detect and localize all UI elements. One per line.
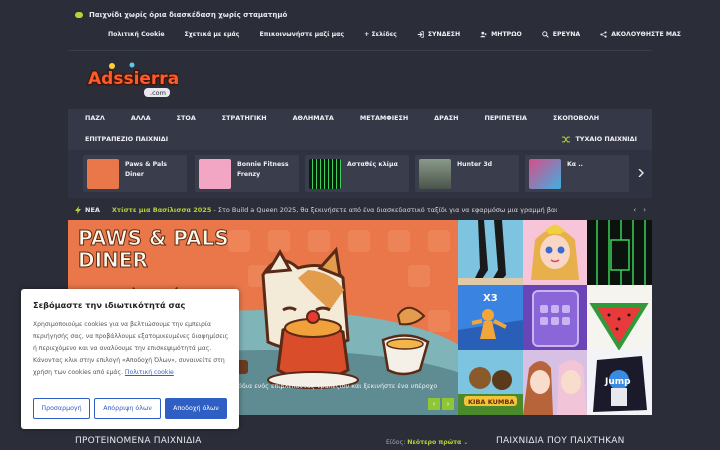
played-games-heading: ΠΑΙΧΝΙΔΙΑ ΠΟΥ ΠΑΙΧΤΗΚΑΝ — [496, 436, 625, 446]
nav-cookie-policy[interactable]: Πολιτική Cookie — [108, 28, 165, 40]
site-logo[interactable]: Adssierra .com — [86, 60, 178, 102]
game-name: Bonnie Fitness Frenzy — [237, 161, 289, 178]
game-thumbnail — [199, 159, 231, 189]
share-icon — [600, 30, 607, 38]
cookie-policy-link[interactable]: Πολιτική cookie — [125, 369, 174, 376]
game-name: Paws & Pals Diner — [125, 161, 167, 178]
game-tile-legs-runner[interactable] — [458, 220, 523, 285]
sort-control[interactable]: Είδος: Νεότερο πρώτα ⌄ — [386, 439, 468, 446]
tagline-text: Παιχνίδι χωρίς όρια διασκέδαση χωρίς στα… — [89, 11, 288, 19]
category-bar: ΠΑΖΛ ΑΛΛΑ ΣΤΟΑ ΣΤΡΑΤΗΓΙΚΗ ΑΘΛΗΜΑΤΑ ΜΕΤΑΜ… — [68, 109, 652, 150]
cookie-body: Χρησιμοποιούμε cookies για να βελτιώσουμ… — [33, 321, 229, 376]
news-headline[interactable]: Χτίστε μια Βασίλισσα 2025 — [112, 206, 211, 214]
shuffle-icon — [562, 136, 571, 142]
game-tile-jump-bottle[interactable]: Jump — [587, 350, 652, 415]
upcoming-games-heading: ΠΡΟΤΕΙΝΟΜΕΝΑ ΠΑΙΧΝΙΔΙΑ — [75, 436, 202, 446]
category-shooting[interactable]: ΣΚΟΠΟΒΟΛΗ — [553, 114, 599, 122]
game-thumbnail — [419, 159, 451, 189]
logo-text: Adssierra — [88, 69, 178, 89]
nav-about[interactable]: Σχετικά με εμάς — [185, 28, 240, 40]
chevron-right-icon[interactable] — [638, 169, 644, 177]
sort-value[interactable]: Νεότερο πρώτα — [407, 439, 461, 446]
site-tagline: Παιχνίδι χωρίς όρια διασκέδαση χωρίς στα… — [75, 8, 287, 22]
header-divider — [68, 50, 652, 51]
category-other[interactable]: ΑΛΛΑ — [131, 114, 151, 122]
game-tile-pink-princess[interactable] — [522, 220, 588, 285]
random-game-button[interactable]: ΤΥΧΑΙΟ ΠΑΙΧΝΙΔΙ — [562, 135, 637, 143]
news-text[interactable]: Χτίστε μια Βασίλισσα 2025 - Στο Build a … — [112, 206, 557, 214]
chevron-down-icon: ⌄ — [463, 439, 469, 446]
game-tile-anime-girls[interactable] — [522, 350, 588, 415]
game-thumbnail — [87, 159, 119, 189]
accept-all-button[interactable]: Αποδοχή όλων — [165, 398, 227, 419]
news-body: - Στο Build a Queen 2025, θα ξεκινήσετε … — [213, 206, 557, 214]
nav-login[interactable]: ΣΥΝΔΕΣΗ — [417, 28, 460, 40]
carousel-card[interactable]: Κα .. — [525, 155, 629, 192]
games-carousel: Paws & Pals Diner Bonnie Fitness Frenzy … — [68, 150, 652, 198]
svg-text:X3: X3 — [483, 293, 498, 304]
register-icon — [480, 31, 487, 37]
customize-button[interactable]: Προσαρμογή — [33, 398, 90, 419]
nav-pages[interactable]: + Σελίδες — [364, 28, 397, 40]
category-puzzle[interactable]: ΠΑΖΛ — [85, 114, 105, 122]
game-name: Κα .. — [567, 161, 583, 168]
featured-games-grid: X3 KIBA KUMBA Jump — [458, 220, 652, 415]
news-label: ΝΕΑ — [85, 206, 100, 214]
carousel-card[interactable]: Hunter 3d — [415, 155, 519, 192]
carousel-card[interactable]: Ασταθές κλίμα — [305, 155, 409, 192]
carousel-card[interactable]: Bonnie Fitness Frenzy — [195, 155, 299, 192]
chevron-left-icon[interactable]: ‹ — [633, 206, 636, 214]
nav-contact[interactable]: Επικοινωνήστε μαζί μας — [259, 28, 344, 40]
category-dress-up[interactable]: ΜΕΤΑΜΦΙΕΣΗ — [360, 114, 408, 122]
logo-sub: .com — [150, 89, 166, 97]
game-tile-watermelon[interactable] — [587, 285, 652, 350]
nav-register[interactable]: ΜΗΤΡΩΟ — [480, 28, 522, 40]
hero-title-line1: PAWS & PALS — [78, 226, 230, 251]
top-nav: Πολιτική Cookie Σχετικά με εμάς Επικοινω… — [108, 28, 701, 40]
login-icon — [417, 30, 424, 38]
chevron-right-icon[interactable]: › — [643, 206, 646, 214]
category-strategy[interactable]: ΣΤΡΑΤΗΓΙΚΗ — [222, 114, 267, 122]
gamepad-icon — [75, 12, 83, 18]
game-tile-kiba-kumba[interactable]: KIBA KUMBA — [458, 350, 523, 415]
hero-title-line2: DINER — [78, 248, 149, 273]
game-name: Hunter 3d — [457, 161, 493, 168]
cookie-title: Σεβόμαστε την ιδιωτικότητά σας — [33, 300, 186, 310]
category-arcade[interactable]: ΣΤΟΑ — [177, 114, 196, 122]
game-thumbnail — [309, 159, 341, 189]
carousel-card[interactable]: Paws & Pals Diner — [83, 155, 187, 192]
game-name: Ασταθές κλίμα — [347, 161, 398, 168]
game-tile-green-lines[interactable] — [587, 220, 652, 285]
category-action[interactable]: ΔΡΑΣΗ — [434, 114, 458, 122]
game-thumbnail — [529, 159, 561, 189]
category-board-game[interactable]: ΕΠΙΤΡΑΠΕΖΙΟ ΠΑΙΧΝΙΔΙ — [85, 135, 168, 143]
category-adventure[interactable]: ΠΕΡΙΠΕΤΕΙΑ — [484, 114, 527, 122]
nav-follow[interactable]: ΑΚΟΛΟΥΘΗΣΤΕ ΜΑΣ — [600, 28, 681, 40]
search-icon — [541, 30, 549, 38]
hero-next-button[interactable]: › — [442, 398, 454, 410]
hero-prev-button[interactable]: ‹ — [428, 398, 440, 410]
category-sports[interactable]: ΑΘΛΗΜΑΤΑ — [293, 114, 334, 122]
game-tile-phone-puzzle[interactable] — [522, 285, 588, 350]
cookie-consent-dialog: Σεβόμαστε την ιδιωτικότητά σας Χρησιμοπο… — [21, 289, 239, 429]
hero-caption: όδια ενός επιβλέποντος τραπεζιού και ξεκ… — [238, 382, 438, 390]
news-ticker: ΝΕΑ Χτίστε μια Βασίλισσα 2025 - Στο Buil… — [68, 202, 652, 218]
game-tile-x3-runner[interactable]: X3 — [458, 285, 523, 350]
bolt-icon — [75, 206, 81, 214]
svg-text:Jump: Jump — [604, 377, 631, 387]
svg-text:KIBA KUMBA: KIBA KUMBA — [468, 398, 514, 406]
nav-search[interactable]: ΕΡΕΥΝΑ — [541, 28, 580, 40]
reject-all-button[interactable]: Απόρριψη όλων — [94, 398, 161, 419]
